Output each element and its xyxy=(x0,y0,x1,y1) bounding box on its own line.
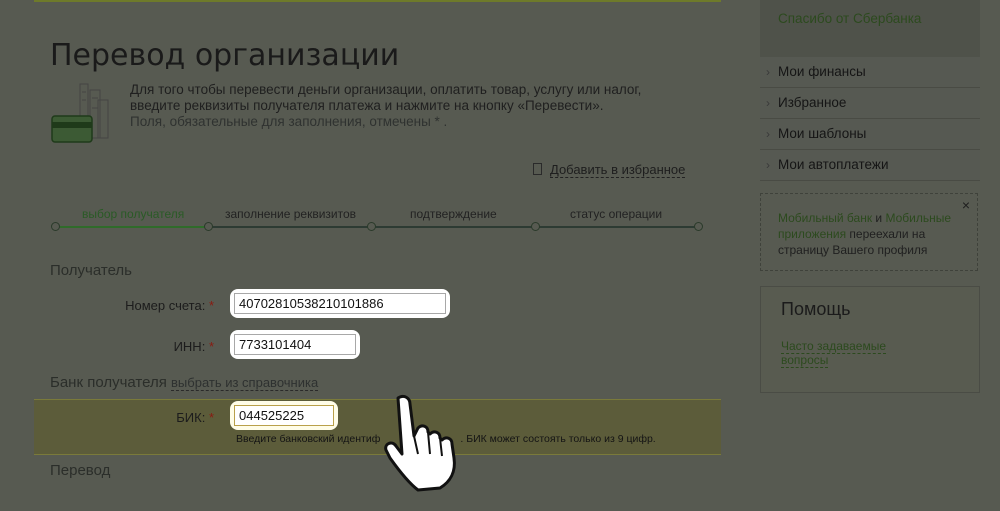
inn-label-text: ИНН: xyxy=(173,339,206,354)
help-panel: Помощь Часто задаваемые вопросы xyxy=(760,286,980,393)
step-dot-2 xyxy=(204,222,213,231)
notice-text: Мобильный банк и Мобильные приложения пе… xyxy=(778,210,968,258)
account-label-text: Номер счета: xyxy=(125,298,206,313)
faq-link[interactable]: Часто задаваемые вопросы xyxy=(781,339,901,368)
main-content: Перевод организации Для того чтобы перев… xyxy=(0,0,755,511)
step-1-label: выбор получателя xyxy=(82,207,185,221)
step-dot-1 xyxy=(51,222,60,231)
step-line-1 xyxy=(55,226,210,228)
sidebar-item-my-autopayments[interactable]: Мои автоплатежи xyxy=(760,150,980,181)
page-title: Перевод организации xyxy=(50,38,400,74)
mobile-moved-notice: × Мобильный банк и Мобильные приложения … xyxy=(760,193,978,271)
inn-input-wrap xyxy=(230,330,360,359)
step-dot-5 xyxy=(694,222,703,231)
choose-from-directory-link[interactable]: выбрать из справочника xyxy=(171,375,319,391)
notice-and: и xyxy=(872,211,886,225)
sberbank-thanks-link[interactable]: Спасибо от Сбербанка xyxy=(778,11,921,26)
account-label: Номер счета: * xyxy=(100,298,214,313)
add-favorite-link[interactable]: Добавить в избранное xyxy=(533,162,686,178)
bank-section: Банк получателя выбрать из справочника xyxy=(50,374,319,391)
sidebar-top: Спасибо от Сбербанка xyxy=(760,0,980,58)
help-title: Помощь xyxy=(781,299,851,319)
step-dot-3 xyxy=(367,222,376,231)
bik-highlight-row xyxy=(34,399,721,455)
account-input-wrap xyxy=(230,289,450,318)
required-note: Поля, обязательные для заполнения, отмеч… xyxy=(130,114,448,129)
add-favorite-label[interactable]: Добавить в избранное xyxy=(550,162,686,178)
required-mark: * xyxy=(208,410,214,425)
step-2-label: заполнение реквизитов xyxy=(225,207,357,221)
progress-steps: выбор получателя заполнение реквизитов п… xyxy=(50,205,710,235)
bik-label-text: БИК: xyxy=(176,410,206,425)
step-3-label: подтверждение xyxy=(410,207,497,221)
bik-label: БИК: * xyxy=(100,410,214,425)
step-4-label: статус операции xyxy=(570,207,663,221)
sidebar-item-my-templates[interactable]: Мои шаблоны xyxy=(760,119,980,150)
inn-label: ИНН: * xyxy=(100,339,214,354)
required-mark: * xyxy=(208,339,214,354)
bookmark-icon xyxy=(533,163,542,175)
step-dot-4 xyxy=(531,222,540,231)
account-number-input[interactable] xyxy=(234,293,446,314)
inn-input[interactable] xyxy=(234,334,356,355)
hand-cursor-icon xyxy=(384,394,456,492)
sidebar-item-favorites[interactable]: Избранное xyxy=(760,88,980,119)
bik-hint-right: . БИК может состоять только из 9 цифр. xyxy=(460,433,656,445)
required-mark: * xyxy=(208,298,214,313)
intro-line-1: Для того чтобы перевести деньги организа… xyxy=(130,82,642,97)
sidebar-menu: Мои финансы Избранное Мои шаблоны Мои ав… xyxy=(760,57,980,181)
bik-hint-left: Введите банковский идентиф xyxy=(236,433,381,445)
top-divider xyxy=(34,0,721,2)
organization-card-icon xyxy=(51,83,109,143)
recipient-section-title: Получатель xyxy=(50,262,132,279)
bank-section-title: Банк получателя xyxy=(50,374,167,391)
bik-input[interactable] xyxy=(234,405,334,426)
faq-link-text[interactable]: Часто задаваемые вопросы xyxy=(781,339,887,368)
bik-input-wrap xyxy=(230,401,338,430)
mobile-bank-link[interactable]: Мобильный банк xyxy=(778,211,872,225)
sidebar-item-my-finances[interactable]: Мои финансы xyxy=(760,57,980,88)
transfer-section-title: Перевод xyxy=(50,462,111,479)
intro-line-2: введите реквизиты получателя платежа и н… xyxy=(130,98,604,113)
intro-text: Для того чтобы перевести деньги организа… xyxy=(130,82,690,130)
step-line-rest xyxy=(210,226,700,228)
